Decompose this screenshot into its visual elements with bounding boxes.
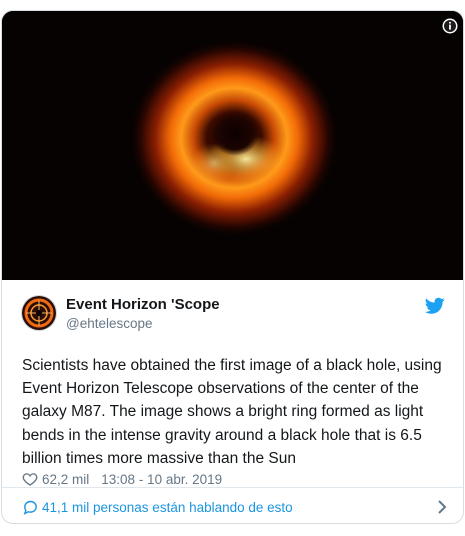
tweet-card[interactable]: Event Horizon 'Scope @ehtelescope Scient… bbox=[1, 10, 464, 524]
black-hole-image bbox=[2, 11, 463, 280]
heart-icon[interactable] bbox=[22, 471, 38, 487]
tweet-media-image[interactable] bbox=[2, 11, 463, 280]
tweet-text: Scientists have obtained the first image… bbox=[22, 357, 442, 467]
like-count[interactable]: 62,2 mil bbox=[42, 472, 89, 487]
conversation-link[interactable]: 41,1 mil personas están hablando de esto bbox=[22, 497, 447, 517]
author-handle[interactable]: @ehtelescope bbox=[66, 316, 153, 331]
author-name[interactable]: Event Horizon 'Scope bbox=[66, 296, 220, 313]
divider bbox=[2, 487, 463, 488]
avatar[interactable] bbox=[21, 295, 57, 331]
twitter-bird-icon[interactable] bbox=[425, 297, 445, 315]
eht-logo-icon bbox=[22, 296, 56, 330]
reply-bubble-icon bbox=[23, 500, 37, 515]
chevron-right-icon[interactable] bbox=[437, 499, 447, 515]
info-icon[interactable] bbox=[442, 18, 458, 34]
tweet-header: Event Horizon 'Scope @ehtelescope bbox=[21, 295, 445, 335]
tweet-meta: 62,2 mil 13:08 - 10 abr. 2019 bbox=[22, 469, 222, 489]
conversation-text[interactable]: 41,1 mil personas están hablando de esto bbox=[42, 500, 293, 515]
tweet-timestamp[interactable]: 13:08 - 10 abr. 2019 bbox=[101, 472, 222, 487]
